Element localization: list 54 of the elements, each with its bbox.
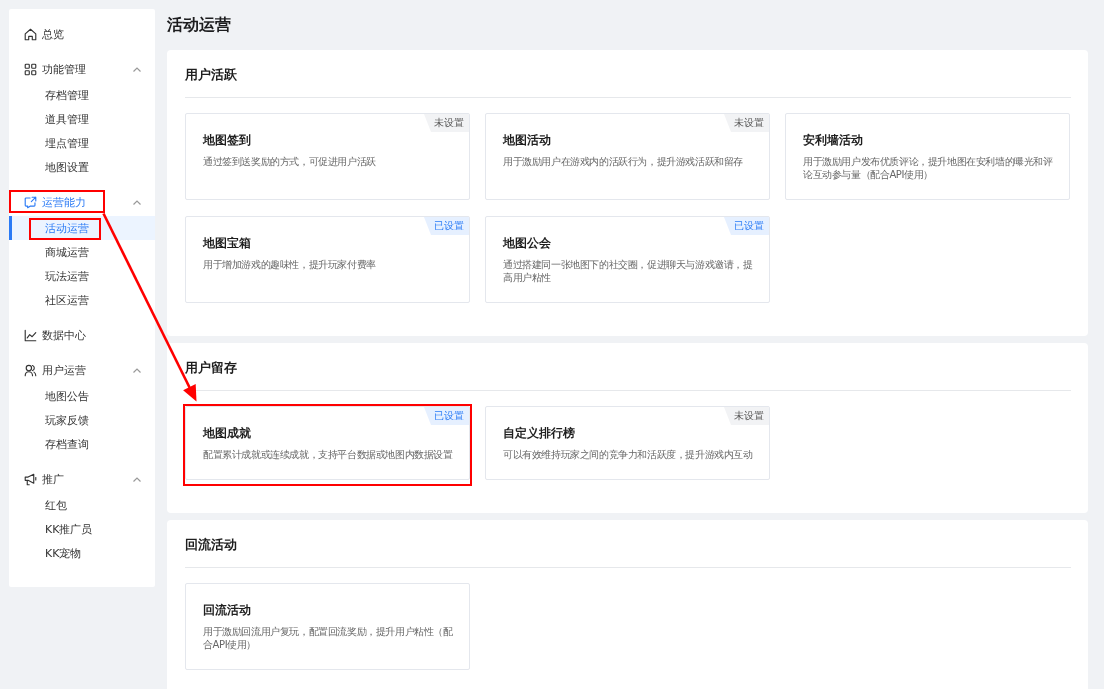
menu-item[interactable]: 数据中心 bbox=[9, 323, 155, 347]
menu-item[interactable]: KK宠物 bbox=[9, 541, 155, 565]
section-title: 用户留存 bbox=[185, 360, 237, 375]
menu-item[interactable]: 存档管理 bbox=[9, 83, 155, 107]
status-badge: 未设置 bbox=[724, 407, 769, 425]
card-title: 地图宝箱 bbox=[203, 235, 251, 251]
status-badge: 已设置 bbox=[424, 217, 469, 235]
menu-item[interactable]: KK推广员 bbox=[9, 517, 155, 541]
grid-icon bbox=[24, 62, 37, 76]
section-title: 用户活跃 bbox=[185, 67, 237, 82]
status-badge: 未设置 bbox=[724, 114, 769, 132]
menu-group-header[interactable]: 推广 bbox=[9, 467, 155, 491]
users-icon bbox=[24, 363, 37, 377]
menu-group-header[interactable]: 运营能力 bbox=[9, 190, 155, 214]
menu-item[interactable]: 活动运营 bbox=[9, 216, 155, 240]
section-title: 回流活动 bbox=[185, 537, 237, 552]
page-title: 活动运营 bbox=[167, 14, 231, 36]
card-title: 地图签到 bbox=[203, 132, 251, 148]
menu-item[interactable]: 地图公告 bbox=[9, 384, 155, 408]
card-title: 地图活动 bbox=[503, 132, 551, 148]
menu-item[interactable]: 红包 bbox=[9, 493, 155, 517]
status-badge: 未设置 bbox=[424, 114, 469, 132]
activity-card[interactable]: 安利墙活动 用于激励用户发布优质评论，提升地图在安利墙的曝光和评论互动参与量（配合API使用） bbox=[785, 113, 1070, 200]
menu-item[interactable]: 玩法运营 bbox=[9, 264, 155, 288]
menu-item[interactable]: 地图设置 bbox=[9, 155, 155, 179]
menu-item[interactable]: 总览 bbox=[9, 22, 155, 46]
status-badge: 已设置 bbox=[724, 217, 769, 235]
card-title: 地图成就 bbox=[203, 425, 251, 441]
card-title: 地图公会 bbox=[503, 235, 551, 251]
menu-item[interactable]: 埋点管理 bbox=[9, 131, 155, 155]
menu-item[interactable]: 社区运营 bbox=[9, 288, 155, 312]
megaphone-icon bbox=[24, 472, 37, 486]
card-description: 用于激励用户发布优质评论，提升地图在安利墙的曝光和评论互动参与量（配合API使用） bbox=[803, 155, 1054, 181]
activity-card[interactable]: 地图宝箱 用于增加游戏的趣味性，提升玩家付费率 已设置 bbox=[185, 216, 470, 303]
status-badge: 已设置 bbox=[424, 407, 469, 425]
card-description: 通过签到送奖励的方式，可促进用户活跃 bbox=[203, 155, 377, 168]
card-title: 回流活动 bbox=[203, 602, 251, 618]
speech-bubble-icon bbox=[24, 195, 37, 209]
card-description: 用于增加游戏的趣味性，提升玩家付费率 bbox=[203, 258, 377, 271]
menu-item[interactable]: 商城运营 bbox=[9, 240, 155, 264]
card-description: 用于激励回流用户复玩，配置回流奖励，提升用户粘性（配合API使用） bbox=[203, 625, 454, 651]
activity-card[interactable]: 回流活动 用于激励回流用户复玩，配置回流奖励，提升用户粘性（配合API使用） bbox=[185, 583, 470, 670]
card-description: 通过搭建同一张地图下的社交圈，促进聊天与游戏邀请，提高用户粘性 bbox=[503, 258, 754, 284]
menu-group-header[interactable]: 用户运营 bbox=[9, 358, 155, 382]
activity-card[interactable]: 地图签到 通过签到送奖励的方式，可促进用户活跃 未设置 bbox=[185, 113, 470, 200]
line-chart-icon bbox=[24, 328, 37, 342]
menu-group-header[interactable]: 功能管理 bbox=[9, 57, 155, 81]
card-title: 自定义排行榜 bbox=[503, 425, 575, 441]
menu-item[interactable]: 存档查询 bbox=[9, 432, 155, 456]
menu-item[interactable]: 玩家反馈 bbox=[9, 408, 155, 432]
activity-card[interactable]: 地图公会 通过搭建同一张地图下的社交圈，促进聊天与游戏邀请，提高用户粘性 已设置 bbox=[485, 216, 770, 303]
menu-item[interactable]: 道具管理 bbox=[9, 107, 155, 131]
card-title: 安利墙活动 bbox=[803, 132, 863, 148]
home-icon bbox=[24, 27, 37, 41]
